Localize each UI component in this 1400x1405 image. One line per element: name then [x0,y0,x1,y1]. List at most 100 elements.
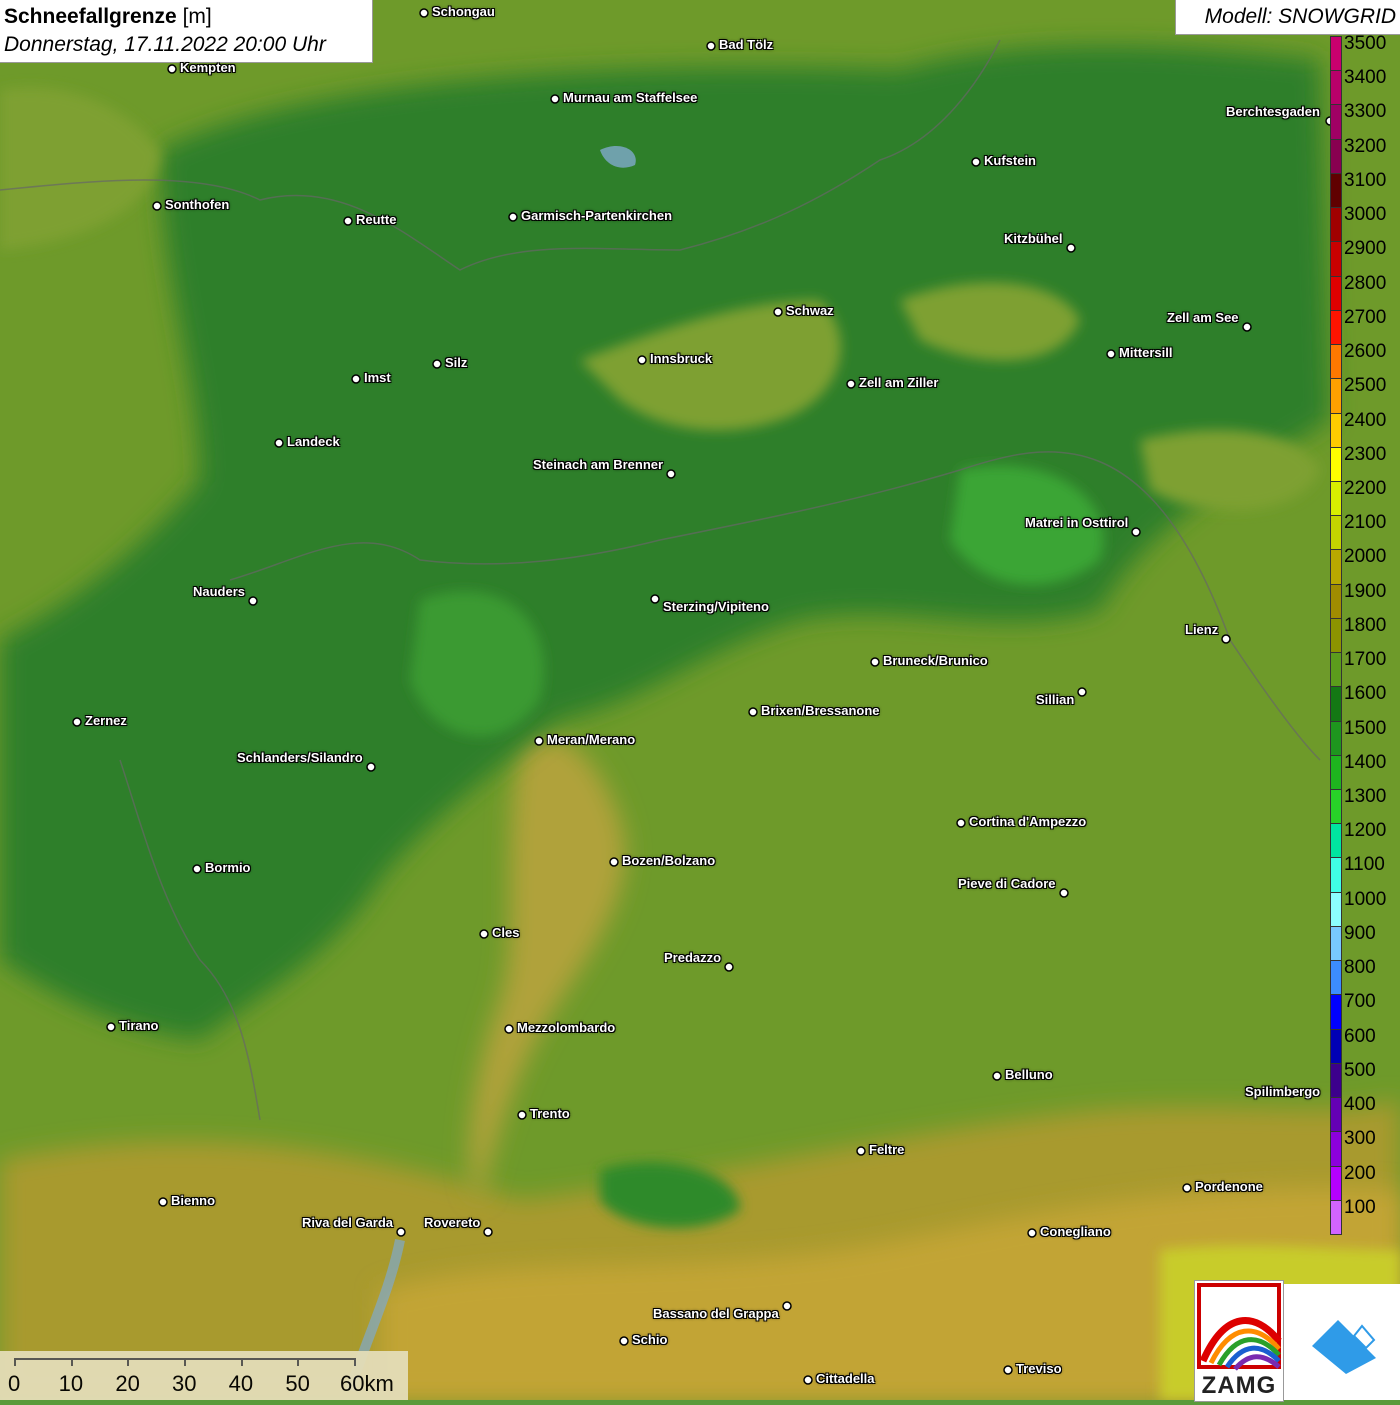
legend-swatch [1330,720,1342,756]
datetime-label: Donnerstag, 17.11.2022 20:00 Uhr [4,33,326,56]
city-dot [956,818,966,828]
legend-label: 200 [1344,1162,1376,1184]
city-label: Reutte [356,212,397,227]
city-dot [1059,888,1069,898]
scale-tick [184,1358,186,1366]
legend-swatch [1330,994,1342,1030]
city-dot [724,962,734,972]
city-label: Bormio [205,860,251,875]
legend-swatch [1330,515,1342,551]
scale-label: 50 [285,1371,310,1396]
legend-swatch [1330,70,1342,106]
city-dot [366,762,376,772]
city-label: Bassano del Grappa [653,1306,779,1321]
city-dot [192,864,202,874]
city-label: Schio [632,1332,668,1347]
city-dot [870,657,880,667]
legend-label: 600 [1344,1025,1376,1047]
city-label: Schlanders/Silandro [237,750,363,765]
legend-label: 3000 [1344,204,1387,226]
legend-label: 300 [1344,1128,1376,1150]
legend-label: 3400 [1344,67,1387,89]
legend-swatch [1330,1062,1342,1099]
city-label: Steinach am Brenner [533,457,664,472]
city-label: Bozen/Bolzano [622,853,716,868]
legend-label: 500 [1344,1059,1376,1081]
legend-swatch [1330,1028,1342,1064]
snowgrid-logo[interactable] [1284,1284,1400,1400]
legend-label: 800 [1344,957,1376,979]
city-dot [167,64,177,74]
legend-swatch [1330,207,1342,243]
city-dot [992,1071,1002,1081]
legend-swatch [1330,891,1342,927]
city-label: Innsbruck [650,351,713,366]
city-dot [971,157,981,167]
city-dot [619,1336,629,1346]
city-dot [856,1146,866,1156]
legend-label: 1600 [1344,683,1387,705]
legend-label: 2700 [1344,306,1387,328]
legend-swatch [1330,172,1342,209]
zamg-logo[interactable]: ZAMG [1194,1280,1284,1402]
city-label: Mittersill [1119,345,1173,360]
scale-tick [14,1358,16,1366]
scale-label: 20 [115,1371,140,1396]
legend-swatch [1330,480,1342,517]
city-dot [1077,687,1087,697]
legend-swatch [1330,549,1342,585]
scale-label: 10 [58,1371,84,1396]
city-dot [158,1197,168,1207]
scale-bar: 0 10 20 30 40 50 60km [0,1351,408,1400]
city-label: Lienz [1185,622,1219,637]
legend-label: 2000 [1344,546,1387,568]
legend-label: 1900 [1344,580,1387,602]
legend-label: 2400 [1344,409,1387,431]
city-label: Brixen/Bressanone [761,703,880,718]
city-dot [351,374,361,384]
legend-swatch [1330,789,1342,825]
legend-label: 2500 [1344,375,1387,397]
city-label: Kitzbühel [1004,231,1063,246]
legend-label: 1300 [1344,786,1387,808]
legend-swatch [1330,446,1342,482]
city-label: Rovereto [424,1215,481,1230]
city-label: Spilimbergo [1245,1084,1321,1099]
legend-label: 400 [1344,1094,1376,1116]
city-label: Schongau [432,4,495,19]
scale-label: 30 [172,1371,197,1396]
legend-label: 900 [1344,922,1376,944]
legend-label: 1000 [1344,888,1387,910]
city-dot [803,1375,813,1385]
city-label: Cortina d'Ampezzo [969,814,1087,829]
legend-label: 1800 [1344,614,1387,636]
city-label: Garmisch-Partenkirchen [521,208,673,223]
city-dot [1106,349,1116,359]
legend-label: 1500 [1344,717,1387,739]
city-dot [1027,1228,1037,1238]
legend-swatch [1330,275,1342,311]
city-dot [72,717,82,727]
city-label: Trento [530,1106,570,1121]
scale-tick [70,1358,73,1366]
city-label: Sonthofen [165,197,230,212]
city-dot [483,1227,493,1237]
city-dot [248,596,258,606]
city-label: Kufstein [984,153,1036,168]
city-label: Treviso [1016,1361,1062,1376]
legend-label: 100 [1344,1196,1376,1218]
legend-label: 700 [1344,991,1376,1013]
legend-swatch [1330,1199,1342,1235]
city-dot [666,469,676,479]
legend-swatch [1330,104,1342,140]
city-dot [534,736,544,746]
city-label: Nauders [193,584,246,599]
map-title: Schneefallgrenze [4,5,177,28]
legend-swatch [1330,309,1342,346]
legend-swatch [1330,960,1342,996]
city-dot [1242,322,1252,332]
city-dot [773,307,783,317]
city-label: Cles [492,925,520,940]
legend-swatch [1330,1165,1342,1201]
city-label: Feltre [869,1142,905,1157]
